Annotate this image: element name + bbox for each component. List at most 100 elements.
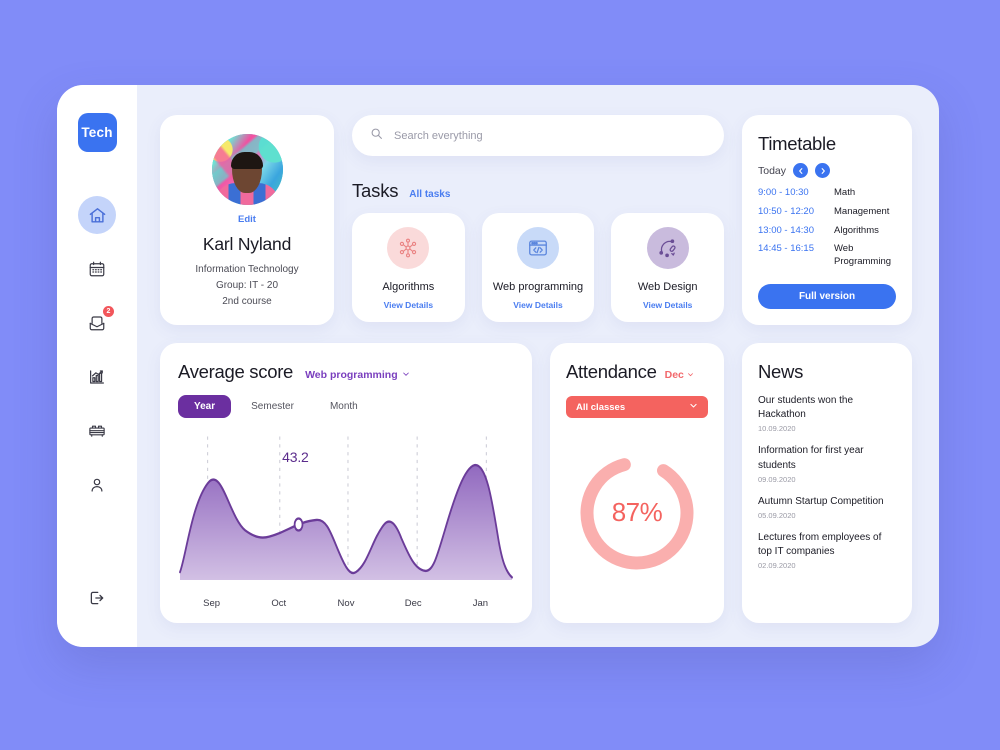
timetable-row: 13:00 - 14:30 Algorithms	[758, 225, 896, 238]
attendance-class-filter[interactable]: All classes	[566, 396, 708, 418]
news-list-item[interactable]: Our students won the Hackathon 10.09.202…	[758, 394, 896, 433]
sidebar: Tech 2	[57, 85, 137, 647]
news-date: 02.09.2020	[758, 561, 796, 571]
profile-course: 2nd course	[222, 296, 272, 307]
average-score-header: Average score Web programming	[178, 361, 514, 383]
brand-logo[interactable]: Tech	[77, 113, 117, 152]
avatar	[211, 134, 283, 205]
news-date: 10.09.2020	[758, 424, 796, 434]
all-tasks-link[interactable]: All tasks	[409, 189, 450, 200]
task-label: Web programming	[492, 281, 584, 293]
chart-growth-icon	[88, 368, 106, 386]
chart-x-label: Nov	[337, 598, 355, 609]
attendance-month-label: Dec	[664, 369, 684, 381]
sidebar-nav: 2	[78, 196, 116, 520]
attendance-donut-chart: 87%	[566, 418, 708, 607]
task-label: Web Design	[637, 281, 698, 293]
chart-value-annotation: 43.2	[282, 448, 309, 465]
pen-tool-icon	[646, 227, 689, 269]
top-row: Edit Karl Nyland Information Technology …	[160, 115, 912, 325]
timetable-time: 13:00 - 14:30	[758, 224, 814, 236]
news-list-item[interactable]: Lectures from employees of top IT compan…	[758, 531, 896, 570]
messages-badge: 2	[103, 306, 114, 317]
attendance-title: Attendance	[566, 361, 657, 382]
attendance-month-selector[interactable]: Dec	[665, 369, 694, 381]
sidebar-item-library[interactable]	[78, 412, 116, 450]
news-headline: Lectures from employees of top IT compan…	[758, 531, 882, 558]
profile-name: Karl Nyland	[202, 234, 292, 254]
task-view-details-link[interactable]: View Details	[513, 300, 562, 310]
chart-x-label: Sep	[203, 598, 221, 609]
task-view-details-link[interactable]: View Details	[643, 300, 692, 310]
dashboard-content: Edit Karl Nyland Information Technology …	[137, 85, 939, 647]
inbox-icon	[88, 314, 106, 332]
news-card: News Our students won the Hackathon 10.0…	[742, 343, 912, 623]
timetable-subject: Management	[834, 205, 890, 217]
sidebar-item-logout[interactable]	[78, 581, 116, 619]
news-title: News	[758, 361, 804, 382]
task-card-algorithms[interactable]: Algorithms View Details	[352, 213, 465, 322]
timetable-row: 9:00 - 10:30 Math	[758, 187, 896, 200]
home-icon	[88, 206, 107, 225]
task-card-web-design[interactable]: Web Design View Details	[611, 213, 725, 322]
timetable-subject: Web Programming	[834, 243, 892, 268]
timetable-today-label: Today	[758, 164, 787, 177]
calendar-icon	[88, 260, 106, 278]
timetable-row: 14:45 - 16:15 Web Programming	[758, 243, 896, 269]
sidebar-item-statistics[interactable]	[78, 358, 116, 396]
task-cards: Algorithms View Details Web programming	[352, 213, 725, 322]
average-score-chart: 43.2 Sep Oct Nov Dec Jan	[178, 426, 514, 615]
news-headline: Information for first year students	[758, 445, 864, 471]
news-date: 09.09.2020	[758, 474, 796, 484]
chevron-down-icon	[687, 369, 694, 381]
tab-month[interactable]: Month	[314, 395, 374, 418]
timetable-time: 10:50 - 12:20	[758, 205, 814, 217]
chart-x-label: Oct	[271, 598, 287, 609]
sidebar-item-home[interactable]	[78, 196, 116, 234]
sidebar-item-calendar[interactable]	[78, 250, 116, 288]
range-tabs: Year Semester Month	[178, 395, 514, 418]
timetable-time: 14:45 - 16:15	[758, 243, 814, 255]
task-label: Algorithms	[382, 281, 435, 293]
news-list-item[interactable]: Autumn Startup Competition 05.09.2020	[758, 495, 896, 520]
timetable-subject: Algorithms	[834, 224, 879, 236]
chart-marker-layer	[293, 517, 304, 532]
code-window-icon	[517, 227, 559, 269]
news-list-item[interactable]: Information for first year students 09.0…	[758, 444, 896, 483]
chart-data-point[interactable]	[293, 517, 304, 532]
attendance-percent: 87%	[611, 497, 663, 527]
news-headline: Our students won the Hackathon	[758, 395, 854, 421]
middle-column: Tasks All tasks Algorit	[352, 115, 725, 325]
subject-selector[interactable]: Web programming	[305, 369, 410, 381]
edit-profile-link[interactable]: Edit	[238, 214, 256, 225]
chart-x-label: Jan	[472, 598, 489, 609]
chart-x-label: Dec	[404, 598, 422, 609]
search-input[interactable]	[394, 129, 706, 142]
chevron-right-icon[interactable]	[815, 163, 831, 178]
task-card-web-programming[interactable]: Web programming View Details	[481, 213, 595, 322]
timetable-list: 9:00 - 10:30 Math 10:50 - 12:20 Manageme…	[758, 187, 896, 269]
profile-faculty: Information Technology	[195, 264, 299, 275]
bottom-row: Average score Web programming Year Semes…	[160, 343, 912, 623]
profile-group: Group: IT - 20	[215, 280, 279, 291]
logout-icon	[88, 589, 106, 612]
search-bar[interactable]	[352, 115, 724, 156]
tab-year[interactable]: Year	[178, 395, 232, 418]
news-headline: Autumn Startup Competition	[758, 495, 884, 507]
timetable-day-nav: Today	[758, 163, 896, 178]
search-icon	[370, 127, 383, 145]
molecule-icon	[387, 227, 430, 269]
average-score-title: Average score	[178, 361, 294, 382]
chevron-down-icon	[402, 369, 410, 381]
timetable-subject: Math	[834, 187, 856, 198]
sidebar-item-messages[interactable]: 2	[78, 304, 116, 342]
average-score-card: Average score Web programming Year Semes…	[160, 343, 532, 623]
tasks-title: Tasks	[352, 180, 399, 201]
tab-semester[interactable]: Semester	[235, 395, 310, 418]
full-version-button[interactable]: Full version	[758, 284, 896, 309]
task-view-details-link[interactable]: View Details	[384, 300, 433, 310]
timetable-card: Timetable Today 9:00 - 10:30 Math 10:50 …	[742, 115, 912, 325]
chevron-left-icon[interactable]	[793, 163, 809, 178]
tasks-header: Tasks All tasks	[352, 180, 724, 202]
sidebar-item-profile[interactable]	[78, 466, 116, 504]
